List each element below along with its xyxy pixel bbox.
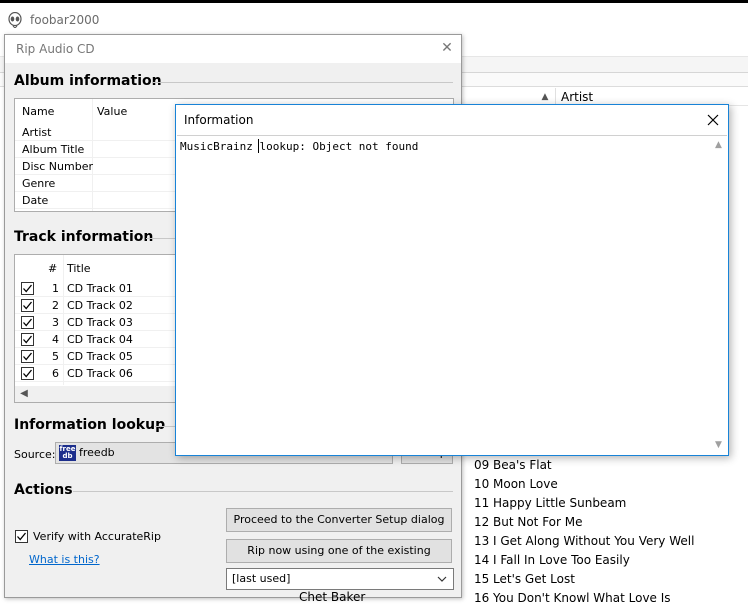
playlist-row[interactable]: 16 You Don't Knowl What Love Is — [464, 589, 748, 608]
main-titlebar[interactable]: foobar2000 — [0, 3, 748, 33]
track-title: You Don't Knowl What Love Is — [493, 591, 671, 605]
track-title: CD Track 01 — [67, 282, 133, 295]
track-number: 3 — [52, 316, 59, 329]
track-number: 5 — [52, 350, 59, 363]
information-message[interactable]: MusicBrainz lookup: Object not found — [180, 140, 418, 153]
track-checkbox[interactable] — [21, 282, 34, 295]
track-title: Happy Little Sunbeam — [493, 496, 627, 510]
track-title: CD Track 05 — [67, 350, 133, 363]
information-lookup-heading: Information lookup — [14, 417, 166, 433]
album-information-heading: Album information — [14, 73, 162, 89]
track-number: 16 — [474, 591, 490, 605]
verify-accuraterip-checkbox[interactable] — [15, 530, 28, 543]
rip-now-button[interactable]: Rip now using one of the existing preset… — [226, 539, 452, 579]
text-caret — [258, 139, 259, 153]
rip-dialog-titlebar[interactable]: Rip Audio CD ✕ — [5, 35, 461, 63]
actions-heading: Actions — [14, 482, 73, 498]
track-number: 15 — [474, 572, 490, 586]
track-number: 11 — [474, 496, 490, 510]
close-icon[interactable] — [704, 111, 722, 129]
track-checkbox[interactable] — [21, 367, 34, 380]
information-dialog-titlebar[interactable]: Information — [176, 105, 728, 135]
playlist-row[interactable]: 14 I Fall In Love Too Easily — [464, 551, 748, 570]
column-header-title[interactable]: Title — [67, 260, 91, 277]
scroll-down-icon[interactable]: ▼ — [710, 438, 727, 452]
track-number: 13 — [474, 534, 490, 548]
track-checkbox[interactable] — [21, 350, 34, 363]
rip-dialog-title: Rip Audio CD — [16, 42, 95, 56]
track-title: Let's Get Lost — [493, 572, 575, 586]
proceed-converter-setup-button[interactable]: Proceed to the Converter Setup dialog — [226, 508, 452, 532]
track-title: CD Track 02 — [67, 299, 133, 312]
track-title: Moon Love — [493, 477, 558, 491]
preset-value: [last used] — [232, 572, 291, 585]
field-name: Album Title — [22, 143, 85, 156]
information-dialog-title: Information — [184, 113, 254, 127]
information-text-area[interactable]: MusicBrainz lookup: Object not found ▲ ▼ — [177, 135, 727, 454]
chevron-down-icon[interactable] — [435, 571, 449, 587]
playlist-row[interactable]: 13 I Get Along Without You Very Well — [464, 532, 748, 551]
scroll-left-icon[interactable]: ◀ — [17, 386, 31, 402]
sort-ascending-icon[interactable]: ▲ — [538, 89, 552, 105]
column-header-number[interactable]: # — [48, 260, 57, 277]
track-title: CD Track 06 — [67, 367, 133, 380]
scroll-up-icon[interactable]: ▲ — [710, 138, 727, 152]
playlist-row[interactable]: 12 But Not For Me — [464, 513, 748, 532]
field-name: Artist — [22, 126, 52, 139]
track-checkbox[interactable] — [21, 333, 34, 346]
column-header-value[interactable]: Value — [97, 103, 127, 120]
track-title: But Not For Me — [493, 515, 583, 529]
track-number: 4 — [52, 333, 59, 346]
field-name: Date — [22, 194, 49, 207]
column-header-artist[interactable]: Artist — [561, 90, 593, 104]
logo-text-bottom: db — [62, 452, 73, 460]
freedb-logo-icon: free db — [59, 445, 76, 461]
track-title: CD Track 04 — [67, 333, 133, 346]
information-dialog: Information MusicBrainz lookup: Object n… — [175, 104, 729, 456]
app-title: foobar2000 — [30, 13, 100, 27]
track-title: I Fall In Love Too Easily — [493, 553, 630, 567]
what-is-this-link[interactable]: What is this? — [29, 553, 100, 566]
playlist-row[interactable]: 10 Moon Love — [464, 475, 748, 494]
information-vertical-scrollbar[interactable]: ▲ ▼ — [710, 136, 727, 454]
foobar-alien-icon — [8, 12, 22, 28]
source-label: Source: — [14, 448, 56, 461]
artist-cell: Chet Baker — [299, 590, 366, 604]
track-title: I Get Along Without You Very Well — [493, 534, 695, 548]
field-name: Disc Number — [22, 160, 93, 173]
verify-accuraterip-label[interactable]: Verify with AccurateRip — [33, 530, 161, 543]
track-title: Bea's Flat — [493, 458, 552, 472]
preset-select[interactable]: [last used] — [226, 568, 454, 590]
field-name: Genre — [22, 177, 56, 190]
track-number: 1 — [52, 282, 59, 295]
section-divider — [153, 82, 453, 83]
playlist-row[interactable]: 15 Let's Get Lost — [464, 570, 748, 589]
column-header-name[interactable]: Name — [22, 103, 54, 120]
section-divider — [73, 491, 453, 492]
track-title: CD Track 03 — [67, 316, 133, 329]
source-value: freedb — [79, 446, 115, 459]
track-number: 09 — [474, 458, 490, 472]
playlist-row[interactable]: 11 Happy Little Sunbeam — [464, 494, 748, 513]
playlist-row[interactable]: 09 Bea's Flat — [464, 456, 748, 475]
track-number: 10 — [474, 477, 490, 491]
track-number: 12 — [474, 515, 490, 529]
track-checkbox[interactable] — [21, 299, 34, 312]
track-number: 14 — [474, 553, 490, 567]
track-checkbox[interactable] — [21, 316, 34, 329]
rip-dialog-close-icon[interactable]: ✕ — [439, 40, 455, 56]
track-information-heading: Track information — [14, 229, 154, 245]
track-number: 2 — [52, 299, 59, 312]
track-number: 6 — [52, 367, 59, 380]
